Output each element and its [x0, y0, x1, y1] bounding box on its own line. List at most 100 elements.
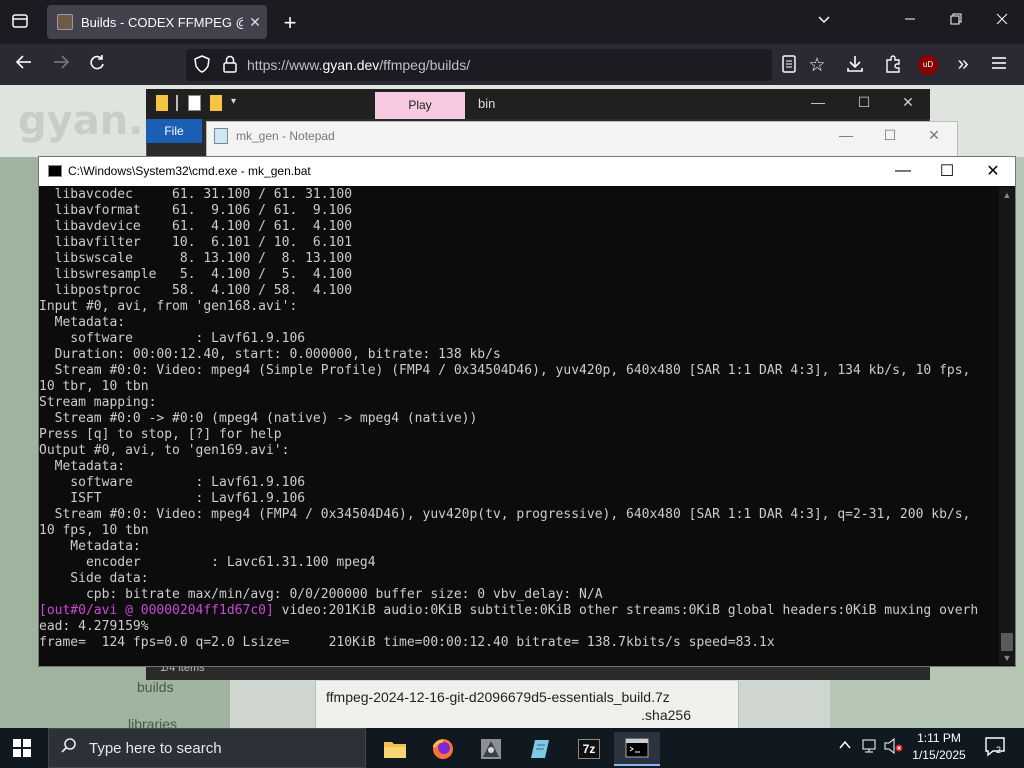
taskbar-cmd-icon[interactable] — [614, 732, 660, 766]
cmd-close-icon[interactable]: ✕ — [970, 161, 1016, 181]
console-line: Press [q] to stop, [?] for help — [39, 427, 282, 442]
scroll-up-arrow-icon[interactable]: ▲ — [999, 190, 1015, 200]
console-line-mux-cont: ead: 4.279159% — [39, 619, 149, 634]
console-line: libavcodec 61. 31.100 / 61. 31.100 — [39, 187, 353, 202]
cmd-minimize-icon[interactable]: — — [880, 162, 926, 180]
console-lines: libavcodec 61. 31.100 / 61. 31.100 libav… — [39, 187, 999, 603]
restore-icon[interactable] — [944, 10, 968, 30]
notepad-close-icon[interactable]: ✕ — [922, 127, 946, 144]
console-line: software : Lavf61.9.106 — [39, 475, 306, 490]
taskbar-search-box[interactable]: Type here to search — [48, 728, 366, 768]
close-window-icon[interactable] — [990, 10, 1014, 30]
console-line: ISFT : Lavf61.9.106 — [39, 491, 306, 506]
explorer-folder-title: bin — [478, 96, 496, 111]
search-icon — [49, 737, 89, 760]
taskbar-media-app-icon[interactable] — [468, 732, 514, 766]
taskbar-clock[interactable]: 1:11 PM 1/15/2025 — [904, 730, 974, 764]
explorer-close-icon[interactable]: ✕ — [896, 94, 920, 111]
scroll-down-arrow-icon[interactable]: ▼ — [999, 653, 1015, 663]
cmd-title: C:\Windows\System32\cmd.exe - mk_gen.bat — [68, 164, 311, 178]
console-scrollbar[interactable] — [999, 187, 1015, 665]
shield-icon[interactable] — [192, 55, 212, 78]
console-line: libavdevice 61. 4.100 / 61. 4.100 — [39, 219, 353, 234]
console-line: Metadata: — [39, 315, 126, 330]
explorer-minimize-icon[interactable]: — — [806, 94, 830, 110]
console-output[interactable]: libavcodec 61. 31.100 / 61. 31.100 libav… — [39, 187, 999, 665]
toolbar-separator — [176, 95, 178, 111]
minimize-icon[interactable] — [898, 10, 922, 30]
new-tab-button[interactable]: + — [278, 10, 302, 36]
network-icon[interactable] — [862, 738, 880, 757]
taskbar-7zip-icon[interactable]: 7z — [566, 732, 612, 766]
notepad-app-icon — [214, 128, 228, 144]
search-placeholder: Type here to search — [89, 739, 222, 757]
console-line: libswscale 8. 13.100 / 8. 13.100 — [39, 251, 353, 266]
extensions-puzzle-icon[interactable] — [882, 55, 904, 78]
quick-access-folder-icon[interactable] — [156, 95, 168, 111]
console-line-frame: frame= 124 fps=0.0 q=2.0 Lsize= 210KiB t… — [39, 635, 775, 650]
overflow-chevron-icon[interactable]: » — [952, 53, 974, 76]
console-line: Output #0, avi, to 'gen169.avi': — [39, 443, 290, 458]
clock-time: 1:11 PM — [917, 731, 961, 745]
7zip-label: 7z — [578, 739, 600, 759]
file-menu-button[interactable]: File — [146, 119, 202, 143]
list-tabs-chevron-down-icon[interactable] — [812, 12, 836, 32]
console-line: Side data: — [39, 571, 149, 586]
notepad-minimize-icon[interactable]: — — [834, 127, 858, 143]
bookmark-star-icon[interactable]: ☆ — [806, 54, 828, 77]
console-line: libavfilter 10. 6.101 / 10. 6.101 — [39, 235, 353, 250]
console-line: libpostproc 58. 4.100 / 58. 4.100 — [39, 283, 353, 298]
url-prefix: https://www. — [247, 57, 323, 73]
taskbar-firefox-icon[interactable] — [420, 732, 466, 766]
forward-arrow-icon[interactable] — [49, 54, 73, 75]
scrollbar-thumb[interactable] — [1001, 633, 1013, 651]
notepad-title: mk_gen - Notepad — [236, 129, 335, 143]
nav-link-builds[interactable]: builds — [137, 679, 174, 695]
customize-toolbar-chevron-icon[interactable]: ▾ — [231, 96, 236, 107]
back-arrow-icon[interactable] — [12, 54, 36, 75]
mux-prefix: [out#0/avi @ 00000204ff1d67c0] — [39, 603, 274, 618]
tab-builds[interactable]: Builds - CODEX FFMPEG @ gyan.dev ✕ — [47, 5, 267, 39]
cmd-app-icon[interactable] — [48, 165, 62, 177]
notepad-maximize-icon[interactable]: ☐ — [878, 127, 902, 144]
url-domain: gyan.dev — [322, 57, 380, 73]
console-line: libavformat 61. 9.106 / 61. 9.106 — [39, 203, 353, 218]
reader-view-icon[interactable] — [778, 55, 800, 78]
file-name-line1: ffmpeg-2024-12-16-git-d2096679d5-essenti… — [326, 689, 670, 705]
reload-icon[interactable] — [85, 54, 109, 77]
firefox-view-icon[interactable] — [8, 12, 32, 35]
console-line: Duration: 00:00:12.40, start: 0.000000, … — [39, 347, 501, 362]
console-line: 10 fps, 10 tbn — [39, 523, 149, 538]
taskbar-file-explorer-icon[interactable] — [372, 732, 418, 766]
console-line: Input #0, avi, from 'gen168.avi': — [39, 299, 298, 314]
start-windows-icon[interactable] — [12, 738, 32, 763]
download-link-sha256[interactable]: ffmpeg-2024-12-16-git-d2096679d5-essenti… — [326, 688, 691, 724]
taskbar-notepad-icon[interactable] — [518, 732, 564, 766]
file-name-line2: .sha256 — [641, 707, 691, 723]
explorer-maximize-icon[interactable]: ☐ — [852, 94, 876, 111]
lock-icon[interactable] — [220, 55, 240, 78]
notification-count: 2 — [996, 745, 1002, 755]
console-line: Stream #0:0: Video: mpeg4 (FMP4 / 0x3450… — [39, 507, 971, 522]
tab-close-icon[interactable]: ✕ — [243, 14, 267, 31]
properties-icon[interactable] — [188, 95, 201, 111]
tab-play[interactable]: Play — [375, 92, 465, 119]
url-path: /ffmpeg/builds/ — [379, 57, 471, 73]
url-text[interactable]: https://www.gyan.dev/ffmpeg/builds/ — [247, 57, 470, 73]
console-line: libswresample 5. 4.100 / 5. 4.100 — [39, 267, 353, 282]
console-line: Stream #0:0: Video: mpeg4 (Simple Profil… — [39, 363, 971, 378]
console-line: 10 tbr, 10 tbn — [39, 379, 149, 394]
new-folder-icon[interactable] — [210, 95, 222, 111]
mux-rest: video:201KiB audio:0KiB subtitle:0KiB ot… — [273, 603, 979, 618]
ublock-origin-icon[interactable]: uD — [918, 55, 938, 75]
console-cursor-line — [39, 651, 999, 665]
hamburger-menu-icon[interactable] — [988, 55, 1010, 75]
console-line: Stream mapping: — [39, 395, 157, 410]
cmd-maximize-icon[interactable]: ☐ — [924, 161, 970, 181]
site-favicon-icon — [57, 14, 73, 30]
downloads-icon[interactable] — [844, 55, 866, 78]
show-hidden-icons-chevron-icon[interactable] — [838, 738, 852, 755]
console-line: Stream #0:0 -> #0:0 (mpeg4 (native) -> m… — [39, 411, 478, 426]
volume-muted-icon[interactable] — [884, 737, 904, 757]
console-line: encoder : Lavc61.31.100 mpeg4 — [39, 555, 376, 570]
